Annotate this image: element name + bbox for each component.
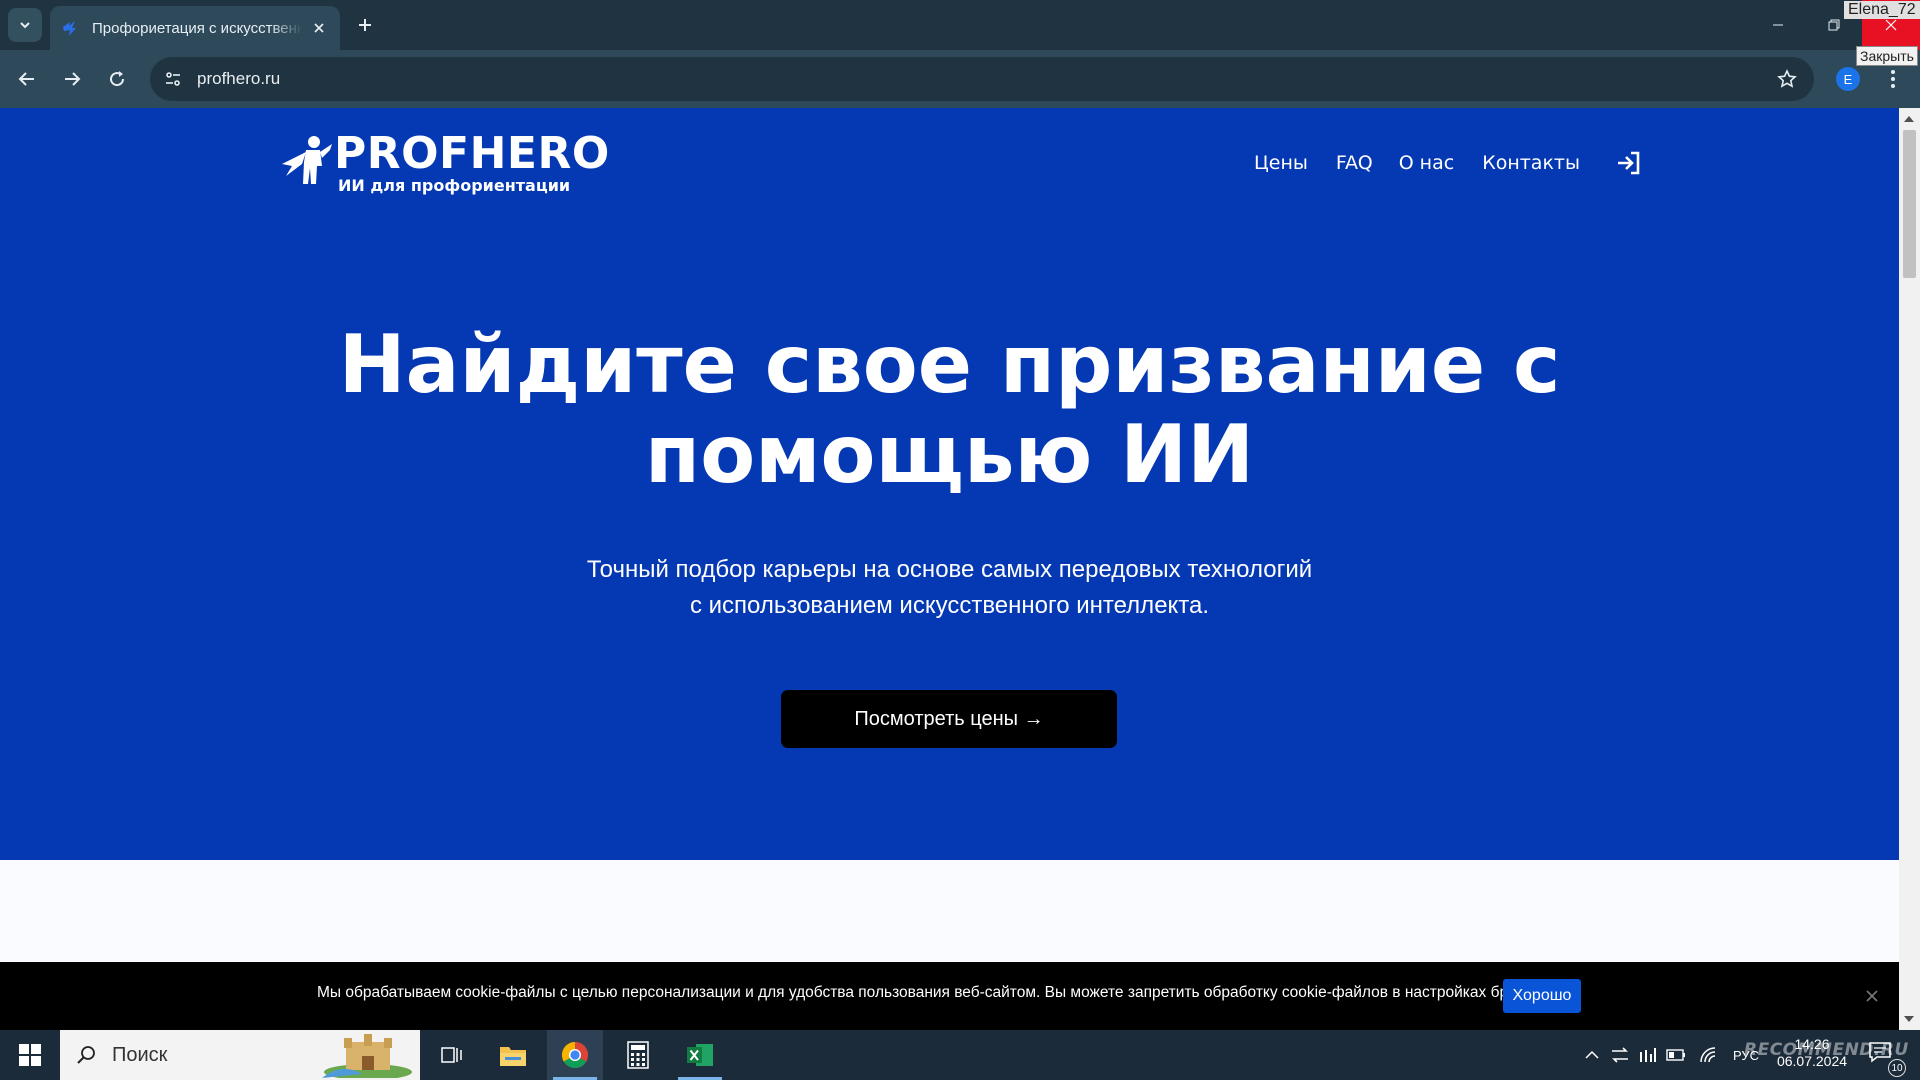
main-nav: Цены FAQ О нас Контакты <box>1254 148 1644 178</box>
search-icon <box>74 1043 98 1067</box>
cookie-banner: Мы обрабатываем cookie-файлы с целью пер… <box>0 962 1899 1030</box>
logo-brand-text: PROFHERO <box>334 128 610 179</box>
tray-battery[interactable] <box>1662 1030 1690 1080</box>
plus-icon <box>359 19 371 31</box>
folder-icon <box>500 1047 526 1066</box>
tab-search-button[interactable] <box>8 8 42 42</box>
cookie-close-icon[interactable] <box>1862 986 1882 1006</box>
windows-logo-icon <box>19 1044 41 1066</box>
task-view-icon <box>441 1047 462 1063</box>
signal-bars-icon <box>1640 1048 1656 1062</box>
search-highlight-picture <box>322 1034 412 1078</box>
tray-network-adapter[interactable] <box>1606 1030 1634 1080</box>
close-icon <box>1885 19 1897 31</box>
chrome-icon <box>561 1041 589 1069</box>
back-button[interactable] <box>11 63 43 95</box>
logo-tagline: ИИ для профориентации <box>338 176 571 195</box>
hero-section: PROFHERO ИИ для профориентации Цены FAQ … <box>0 108 1899 860</box>
page-scrollbar[interactable] <box>1899 108 1920 1030</box>
hero-headline: Найдите свое призвание с помощью ИИ <box>0 320 1899 500</box>
hero-subtitle: Точный подбор карьеры на основе самых пе… <box>0 552 1899 624</box>
hero-subtitle-line2: с использованием искусственного интеллек… <box>689 592 1210 619</box>
scroll-up-arrow[interactable] <box>1904 116 1914 122</box>
chevron-up-icon <box>1585 1050 1599 1059</box>
window-minimize-button[interactable] <box>1750 0 1806 50</box>
tab-close-icon[interactable] <box>308 17 330 39</box>
taskbar-file-explorer[interactable] <box>485 1030 541 1080</box>
taskbar-search[interactable]: Поиск <box>60 1030 420 1080</box>
minimize-icon <box>1773 24 1783 26</box>
arrow-left-icon <box>18 72 34 86</box>
close-tooltip: Закрыть <box>1856 46 1918 66</box>
site-settings-icon[interactable] <box>153 59 193 99</box>
wifi-icon <box>1700 1047 1716 1063</box>
transfer-arrows-icon <box>1612 1047 1628 1063</box>
profile-avatar[interactable]: E <box>1836 67 1860 91</box>
reload-button[interactable] <box>101 63 133 95</box>
tray-wifi[interactable] <box>1694 1030 1722 1080</box>
recommend-watermark: RECOMMEND.RU <box>1744 1040 1909 1060</box>
tray-signal[interactable] <box>1634 1030 1662 1080</box>
nav-link-about[interactable]: О нас <box>1399 152 1455 174</box>
login-icon[interactable] <box>1614 148 1644 178</box>
search-placeholder: Поиск <box>112 1043 168 1066</box>
calculator-icon <box>627 1041 649 1069</box>
battery-icon <box>1666 1049 1685 1061</box>
user-watermark: Elena_72 <box>1844 1 1920 19</box>
browser-tab-active[interactable]: Профориетация с искусственным интеллекто… <box>50 6 340 50</box>
chevron-down-icon <box>20 22 30 29</box>
forward-button[interactable] <box>56 63 88 95</box>
bookmark-star-icon[interactable] <box>1774 66 1800 92</box>
windows-taskbar: Поиск РУС 14:26 06.07.2024 10 <box>0 1030 1920 1080</box>
restore-icon <box>1828 19 1840 31</box>
view-prices-button[interactable]: Посмотреть цены → <box>781 690 1117 748</box>
hero-headline-line2: помощью ИИ <box>644 408 1255 501</box>
cookie-accept-button[interactable]: Хорошо <box>1503 979 1581 1013</box>
new-tab-button[interactable] <box>352 12 378 38</box>
cookie-text: Мы обрабатываем cookie-файлы с целью пер… <box>317 984 1562 1001</box>
nav-link-contacts[interactable]: Контакты <box>1482 152 1580 174</box>
hero-headline-line1: Найдите свое призвание с <box>338 318 1561 411</box>
nav-link-prices[interactable]: Цены <box>1254 152 1308 174</box>
reload-icon <box>110 71 125 87</box>
tray-show-hidden[interactable] <box>1578 1030 1606 1080</box>
nav-link-faq[interactable]: FAQ <box>1336 152 1373 174</box>
scroll-down-arrow[interactable] <box>1904 1016 1914 1022</box>
start-button[interactable] <box>12 1040 48 1070</box>
taskbar-calculator[interactable] <box>610 1030 666 1080</box>
hero-subtitle-line1: Точный подбор карьеры на основе самых пе… <box>586 556 1313 583</box>
scroll-thumb[interactable] <box>1903 130 1916 278</box>
hero-figure-icon <box>282 136 332 184</box>
taskbar-excel[interactable] <box>672 1030 728 1080</box>
url-text[interactable]: profhero.ru <box>197 69 280 89</box>
notification-count-badge: 10 <box>1888 1059 1906 1077</box>
profhero-favicon-icon <box>63 21 76 36</box>
tab-title: Профориетация с искусственным интеллекто… <box>92 19 302 37</box>
excel-icon <box>687 1044 713 1066</box>
site-logo[interactable]: PROFHERO ИИ для профориентации <box>276 132 610 195</box>
taskbar-chrome[interactable] <box>547 1030 603 1080</box>
page-viewport: PROFHERO ИИ для профориентации Цены FAQ … <box>0 108 1920 1030</box>
arrow-right-icon <box>65 72 81 86</box>
address-bar[interactable]: profhero.ru <box>150 57 1814 101</box>
task-view-button[interactable] <box>424 1030 480 1080</box>
browser-menu-icon[interactable] <box>1880 65 1906 93</box>
browser-toolbar: profhero.ru E <box>0 50 1920 108</box>
browser-tab-strip: Профориетация с искусственным интеллекто… <box>0 0 1920 50</box>
